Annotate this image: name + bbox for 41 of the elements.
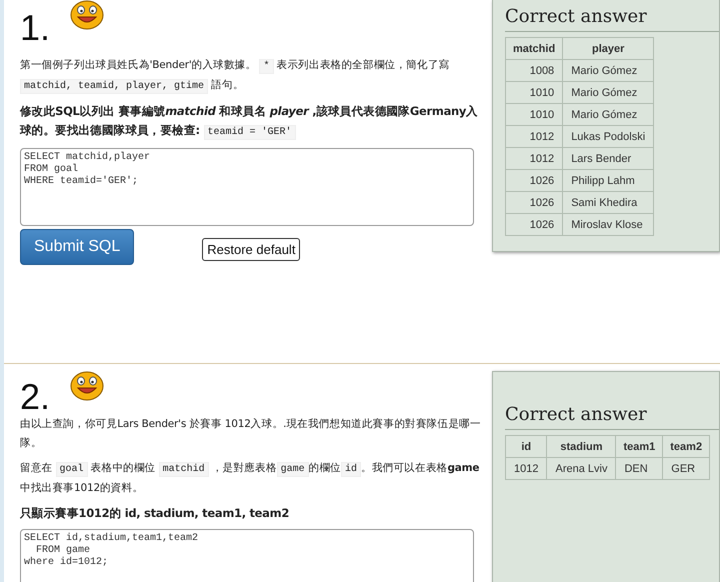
column-header: player — [562, 38, 654, 60]
table-cell: Lars Bender — [562, 148, 654, 170]
description-text: 留意在 goal 表格中的欄位 matchid ，是對應表格 game 的欄位 id 。我們可以在表格game 中找出賽事1012的資料。 — [20, 461, 480, 496]
table-cell: GER — [662, 458, 710, 480]
answer-title: Correct answer — [505, 404, 719, 430]
table-cell: 1010 — [506, 82, 563, 104]
table-cell: 1012 — [506, 458, 547, 480]
table-cell: 1012 — [506, 126, 563, 148]
restore-button[interactable]: Restore default — [202, 238, 300, 260]
table-cell: DEN — [616, 458, 663, 480]
table-cell: Sami Khedira — [562, 192, 654, 214]
table-cell: 1010 — [506, 104, 563, 126]
table-cell: Mario Gómez — [562, 60, 654, 82]
description-text: 由以上查詢，你可見Lars Bender's 於賽事 1012入球。.現在我們想知道此賽事的對賽隊伍是哪一隊。 — [20, 417, 482, 451]
sql-editor[interactable]: SELECT matchid,player FROM goal WHERE teamid='GER'; — [20, 148, 474, 226]
table-cell: Lukas Podolski — [562, 126, 654, 148]
column-header: team1 — [616, 436, 663, 458]
column-header: matchid — [506, 38, 563, 60]
exercise-number: 1. — [20, 6, 50, 46]
table-cell: Miroslav Klose — [562, 214, 654, 236]
answer-title: Correct answer — [505, 6, 719, 32]
column-header: stadium — [546, 436, 616, 458]
task-instruction: 修改此SQL以列出 賽事編號matchid 和球員名 player ,該球員代表德國隊Germany入球的。要找出德國隊球員，要檢查: teamid = 'GER' — [20, 103, 479, 142]
smiley-icon — [70, 0, 104, 30]
exercise-number: 2. — [20, 375, 50, 415]
table-cell: Arena Lviv — [546, 458, 616, 480]
table-cell: 1026 — [506, 170, 563, 192]
table-cell: Mario Gómez — [562, 82, 654, 104]
table-cell: Mario Gómez — [562, 104, 654, 126]
table-cell: Philipp Lahm — [562, 170, 654, 192]
submit-button[interactable]: Submit SQL — [20, 229, 134, 265]
table-cell: 1008 — [506, 60, 563, 82]
column-header: id — [506, 436, 547, 458]
table-cell: 1026 — [506, 192, 563, 214]
sql-editor[interactable]: SELECT id,stadium,team1,team2 FROM game where id=1012; — [20, 529, 474, 582]
table-cell: 1012 — [506, 148, 563, 170]
smiley-icon — [70, 371, 104, 401]
table-cell: 1026 — [506, 214, 563, 236]
description-text: 第一個例子列出球員姓氏為'Bender'的入球數據。 * 表示列出表格的全部欄位，簡化了寫 matchid, teamid, player, gtime 語句。 — [20, 58, 450, 96]
task-instruction: 只顯示賽事1012的 id, stadium, team1, team2 — [20, 505, 290, 522]
column-header: team2 — [662, 436, 710, 458]
